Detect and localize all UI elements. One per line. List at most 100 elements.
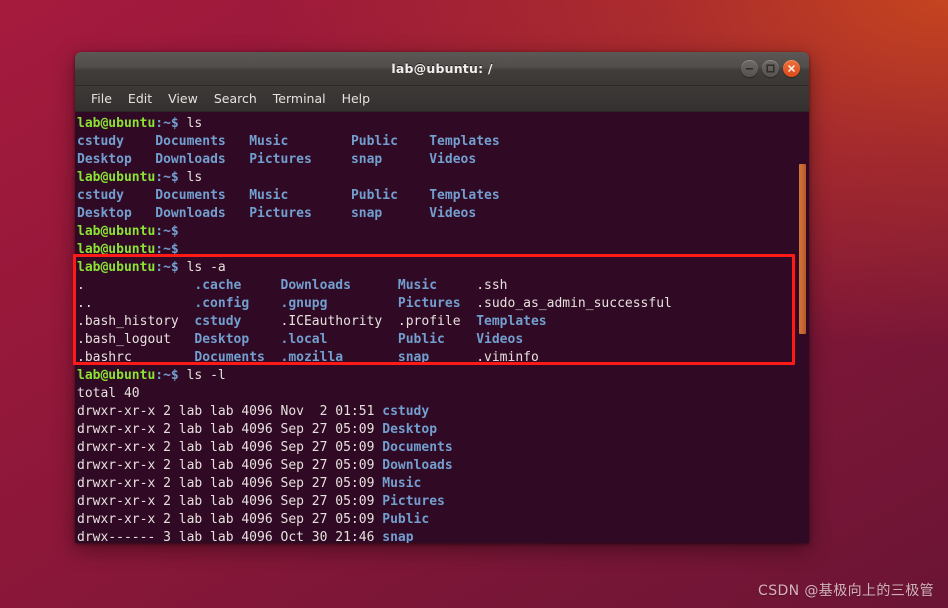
terminal-line: lab@ubuntu:~$ — [77, 241, 672, 259]
shell-user-host: lab@ubuntu — [77, 224, 156, 239]
terminal-line: drwxr-xr-x 2 lab lab 4096 Nov 2 01:51 cs… — [77, 403, 672, 421]
directory-name: cstudy — [77, 134, 156, 149]
directory-name: Videos — [429, 206, 477, 221]
directory-name: cstudy — [194, 314, 281, 329]
shell-command: ls — [178, 116, 203, 131]
terminal-line: Desktop Downloads Pictures snap Videos — [77, 205, 672, 223]
directory-name: Pictures — [249, 152, 351, 167]
file-metadata: drwxr-xr-x 2 lab lab 4096 Nov 2 01:51 — [77, 404, 383, 419]
maximize-button[interactable] — [762, 60, 779, 77]
close-button[interactable] — [783, 60, 800, 77]
directory-name: Music — [397, 278, 477, 293]
directory-name: Public — [397, 332, 477, 347]
terminal-line: drwxr-xr-x 2 lab lab 4096 Sep 27 05:09 D… — [77, 457, 672, 475]
directory-name: Documents — [155, 134, 250, 149]
file-name: .bashrc — [77, 350, 195, 365]
directory-name: .mozilla — [280, 350, 398, 365]
terminal-window: lab@ubuntu: / File Edit View Search Term… — [75, 52, 809, 543]
directory-name: Public — [382, 512, 430, 527]
terminal-line: drwxr-xr-x 2 lab lab 4096 Sep 27 05:09 D… — [77, 421, 672, 439]
menu-item-file[interactable]: File — [83, 89, 120, 108]
directory-name: Music — [382, 476, 422, 491]
shell-command: ls — [178, 170, 203, 185]
directory-name: snap — [350, 206, 430, 221]
directory-name: Templates — [429, 134, 500, 149]
terminal-line: total 40 — [77, 385, 672, 403]
terminal-line: . .cache Downloads Music .ssh — [77, 277, 672, 295]
directory-name: Desktop — [77, 206, 156, 221]
file-name: .profile — [397, 314, 477, 329]
terminal-line: .bash_logout Desktop .local Public Video… — [77, 331, 672, 349]
directory-name: Desktop — [77, 152, 156, 167]
terminal-line: drwxr-xr-x 2 lab lab 4096 Sep 27 05:09 P… — [77, 493, 672, 511]
shell-user-host: lab@ubuntu — [77, 116, 156, 131]
minimize-button[interactable] — [741, 60, 758, 77]
file-name: . — [77, 278, 195, 293]
menu-item-help[interactable]: Help — [334, 89, 379, 108]
close-icon — [788, 65, 795, 72]
directory-name: snap — [382, 530, 414, 543]
terminal-line: lab@ubuntu:~$ ls -l — [77, 367, 672, 385]
menu-item-view[interactable]: View — [160, 89, 206, 108]
terminal-line: .bash_history cstudy .ICEauthority .prof… — [77, 313, 672, 331]
directory-name: Downloads — [280, 278, 398, 293]
file-name: .bash_logout — [77, 332, 195, 347]
shell-prompt-path: :~$ — [155, 116, 179, 131]
shell-command: ls -a — [178, 260, 226, 275]
directory-name: snap — [350, 152, 430, 167]
terminal-line: .. .config .gnupg Pictures .sudo_as_admi… — [77, 295, 672, 313]
directory-name: .gnupg — [280, 296, 398, 311]
terminal-line: lab@ubuntu:~$ ls -a — [77, 259, 672, 277]
file-metadata: drwxr-xr-x 2 lab lab 4096 Sep 27 05:09 — [77, 440, 383, 455]
file-name: .sudo_as_admin_successful — [476, 296, 672, 311]
terminal-line: drwxr-xr-x 2 lab lab 4096 Sep 27 05:09 P… — [77, 511, 672, 529]
file-metadata: drwxr-xr-x 2 lab lab 4096 Sep 27 05:09 — [77, 512, 383, 527]
terminal-output-area[interactable]: lab@ubuntu:~$ ls cstudy Documents Music P… — [75, 112, 809, 543]
maximize-icon — [766, 64, 775, 73]
file-name: .ICEauthority — [280, 314, 398, 329]
shell-prompt-path: :~$ — [155, 224, 179, 239]
scrollbar-thumb[interactable] — [799, 164, 806, 334]
file-name: .viminfo — [476, 350, 539, 365]
directory-name: .config — [194, 296, 281, 311]
directory-name: Downloads — [382, 458, 453, 473]
shell-user-host: lab@ubuntu — [77, 242, 156, 257]
directory-name: Desktop — [382, 422, 438, 437]
directory-name: snap — [397, 350, 477, 365]
terminal-scrollbar[interactable] — [797, 112, 806, 543]
terminal-text: lab@ubuntu:~$ ls cstudy Documents Music P… — [77, 115, 672, 543]
terminal-line: cstudy Documents Music Public Templates — [77, 133, 672, 151]
window-titlebar[interactable]: lab@ubuntu: / — [75, 52, 809, 86]
terminal-plain-text: total 40 — [77, 386, 140, 401]
menu-item-search[interactable]: Search — [206, 89, 265, 108]
shell-command: ls -l — [178, 368, 226, 383]
window-controls — [741, 52, 800, 85]
shell-user-host: lab@ubuntu — [77, 170, 156, 185]
file-name: .ssh — [476, 278, 508, 293]
file-name: .bash_history — [77, 314, 195, 329]
terminal-line: drwxr-xr-x 2 lab lab 4096 Sep 27 05:09 M… — [77, 475, 672, 493]
shell-user-host: lab@ubuntu — [77, 260, 156, 275]
menu-bar: File Edit View Search Terminal Help — [75, 86, 809, 112]
directory-name: Public — [350, 134, 430, 149]
window-title: lab@ubuntu: / — [391, 61, 493, 76]
shell-prompt-path: :~$ — [155, 260, 179, 275]
directory-name: cstudy — [77, 188, 156, 203]
terminal-line: drwx------ 3 lab lab 4096 Oct 30 21:46 s… — [77, 529, 672, 543]
directory-name: .cache — [194, 278, 281, 293]
terminal-line: .bashrc Documents .mozilla snap .viminfo — [77, 349, 672, 367]
terminal-line: lab@ubuntu:~$ ls — [77, 169, 672, 187]
terminal-line: lab@ubuntu:~$ — [77, 223, 672, 241]
directory-name: Pictures — [249, 206, 351, 221]
directory-name: cstudy — [382, 404, 430, 419]
shell-user-host: lab@ubuntu — [77, 368, 156, 383]
directory-name: Templates — [476, 314, 547, 329]
minimize-icon — [746, 68, 753, 70]
file-metadata: drwxr-xr-x 2 lab lab 4096 Sep 27 05:09 — [77, 476, 383, 491]
menu-item-edit[interactable]: Edit — [120, 89, 160, 108]
directory-name: Music — [249, 134, 351, 149]
directory-name: Documents — [155, 188, 250, 203]
terminal-line: drwxr-xr-x 2 lab lab 4096 Sep 27 05:09 D… — [77, 439, 672, 457]
directory-name: .local — [280, 332, 398, 347]
menu-item-terminal[interactable]: Terminal — [265, 89, 334, 108]
